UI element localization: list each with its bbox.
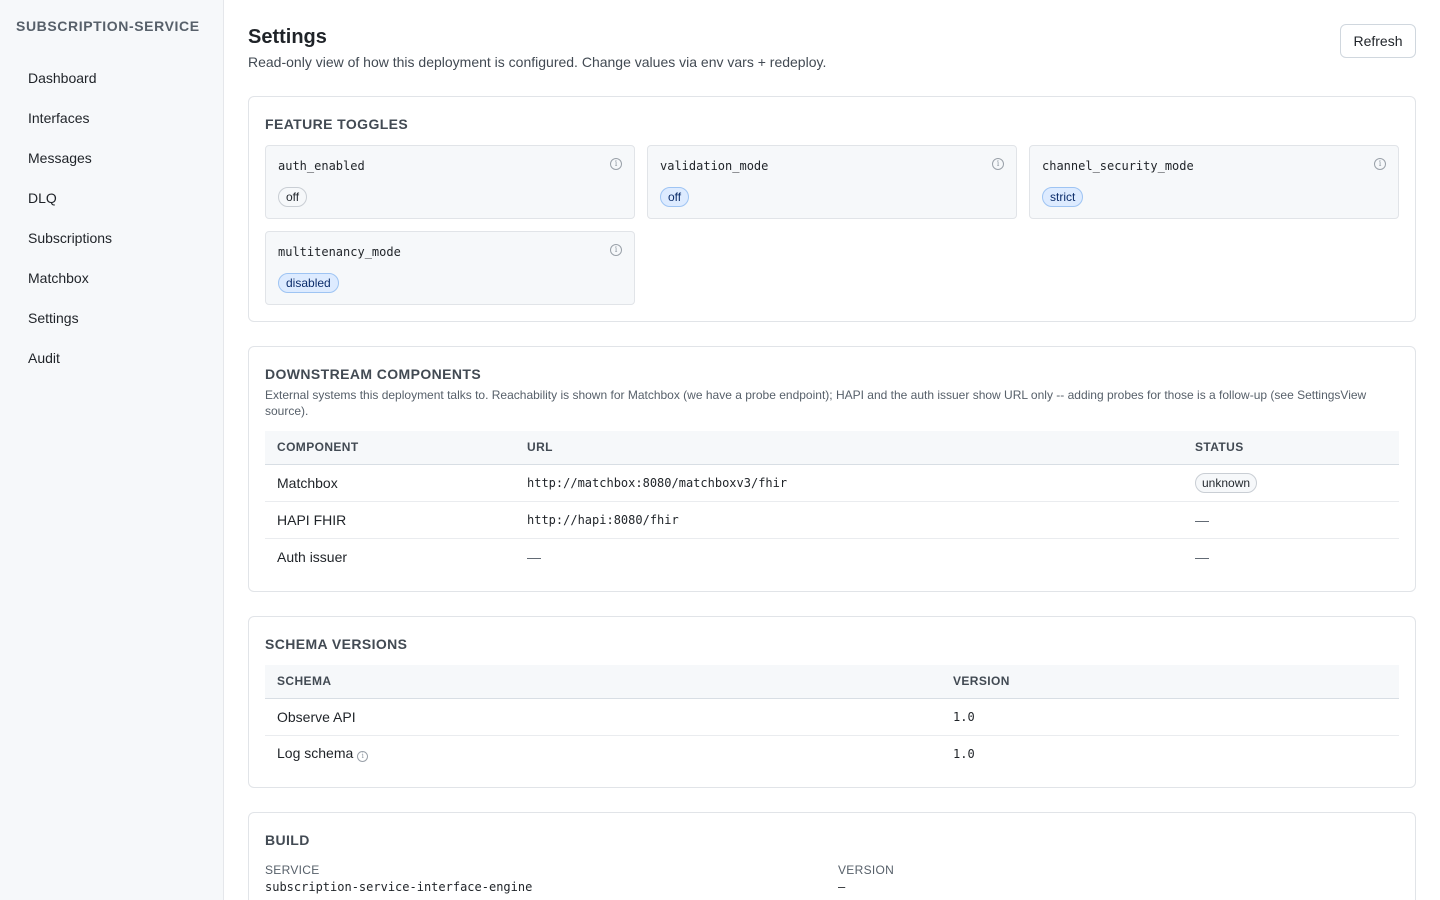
sidebar-item-dashboard[interactable]: Dashboard xyxy=(12,60,212,100)
build-card: BUILD SERVICE subscription-service-inter… xyxy=(248,812,1416,900)
toggle-channel-security-mode: channel_security_mode i strict xyxy=(1029,145,1399,219)
schema-versions-card: SCHEMA VERSIONS SCHEMA VERSION Observe A… xyxy=(248,616,1416,788)
refresh-button[interactable]: Refresh xyxy=(1340,24,1416,58)
schema-name: Observe API xyxy=(265,698,941,736)
schema-version: 1.0 xyxy=(953,746,975,761)
schema-versions-table: SCHEMA VERSION Observe API 1.0 Log schem… xyxy=(265,665,1399,772)
table-row: HAPI FHIR http://hapi:8080/fhir — xyxy=(265,501,1399,539)
feature-toggles-card: FEATURE TOGGLES auth_enabled i off valid… xyxy=(248,96,1416,322)
info-icon[interactable]: i xyxy=(610,244,622,256)
page-subtitle: Read-only view of how this deployment is… xyxy=(248,54,827,70)
component-name: HAPI FHIR xyxy=(265,501,515,539)
column-header-component: COMPONENT xyxy=(265,431,515,465)
toggle-auth-enabled: auth_enabled i off xyxy=(265,145,635,219)
table-row: Observe API 1.0 xyxy=(265,698,1399,736)
build-title: BUILD xyxy=(265,832,310,848)
column-header-status: STATUS xyxy=(1183,431,1399,465)
component-url: — xyxy=(527,548,541,565)
toggle-value-badge: strict xyxy=(1042,187,1084,207)
sidebar-item-matchbox[interactable]: Matchbox xyxy=(12,260,212,300)
schema-name-cell: Log schema i xyxy=(265,735,941,772)
toggle-name: auth_enabled xyxy=(278,159,365,173)
toggle-multitenancy-mode: multitenancy_mode i disabled xyxy=(265,231,635,305)
page-title: Settings xyxy=(248,26,327,48)
build-service-value: subscription-service-interface-engine xyxy=(265,880,533,894)
table-header-row: SCHEMA VERSION xyxy=(265,665,1399,699)
downstream-components-card: DOWNSTREAM COMPONENTS External systems t… xyxy=(248,346,1416,592)
toggle-value-badge: off xyxy=(660,187,690,207)
sidebar-item-settings[interactable]: Settings xyxy=(12,300,212,340)
schema-name: Log schema xyxy=(277,745,354,762)
build-version-value: — xyxy=(838,880,846,894)
downstream-description: External systems this deployment talks t… xyxy=(265,388,1367,418)
table-row: Matchbox http://matchbox:8080/matchboxv3… xyxy=(265,464,1399,502)
schema-version: 1.0 xyxy=(941,698,1399,736)
toggle-name: channel_security_mode xyxy=(1042,159,1194,173)
toggle-value-badge: disabled xyxy=(278,273,339,293)
column-header-version: VERSION xyxy=(941,665,1399,699)
toggle-value-badge: off xyxy=(278,187,308,207)
sidebar-nav: Dashboard Interfaces Messages DLQ Subscr… xyxy=(12,60,212,380)
component-status: — xyxy=(1183,501,1399,539)
feature-toggles-title: FEATURE TOGGLES xyxy=(265,116,409,132)
component-status: unknown xyxy=(1183,464,1399,502)
schema-versions-title: SCHEMA VERSIONS xyxy=(265,636,408,652)
component-name: Matchbox xyxy=(265,464,515,502)
component-url: http://matchbox:8080/matchboxv3/fhir xyxy=(515,464,1183,502)
sidebar-item-subscriptions[interactable]: Subscriptions xyxy=(12,220,212,260)
app-brand: SUBSCRIPTION-SERVICE xyxy=(16,18,200,34)
table-row: Log schema i 1.0 xyxy=(265,735,1399,772)
sidebar-item-dlq[interactable]: DLQ xyxy=(12,180,212,220)
build-service-label: SERVICE xyxy=(265,863,320,877)
component-status: — xyxy=(1195,548,1209,565)
build-version-label: VERSION xyxy=(838,863,895,877)
status-badge: unknown xyxy=(1195,472,1258,493)
downstream-title: DOWNSTREAM COMPONENTS xyxy=(265,366,482,382)
table-header-row: COMPONENT URL STATUS xyxy=(265,431,1399,465)
toggle-validation-mode: validation_mode i off xyxy=(647,145,1017,219)
info-icon[interactable]: i xyxy=(357,751,369,763)
sidebar-item-messages[interactable]: Messages xyxy=(12,140,212,180)
info-icon[interactable]: i xyxy=(610,158,622,170)
sidebar: SUBSCRIPTION-SERVICE Dashboard Interface… xyxy=(0,0,224,900)
component-url: http://hapi:8080/fhir xyxy=(515,501,1183,539)
downstream-table: COMPONENT URL STATUS Matchbox http://mat… xyxy=(265,431,1399,575)
column-header-schema: SCHEMA xyxy=(265,665,941,699)
component-name: Auth issuer xyxy=(277,548,348,565)
info-icon[interactable]: i xyxy=(1374,158,1386,170)
sidebar-item-interfaces[interactable]: Interfaces xyxy=(12,100,212,140)
info-icon[interactable]: i xyxy=(992,158,1004,170)
sidebar-item-audit[interactable]: Audit xyxy=(12,340,212,380)
toggle-name: multitenancy_mode xyxy=(278,245,401,259)
table-row: Auth issuer — — xyxy=(265,538,1399,575)
column-header-url: URL xyxy=(515,431,1183,465)
toggle-name: validation_mode xyxy=(660,159,769,173)
